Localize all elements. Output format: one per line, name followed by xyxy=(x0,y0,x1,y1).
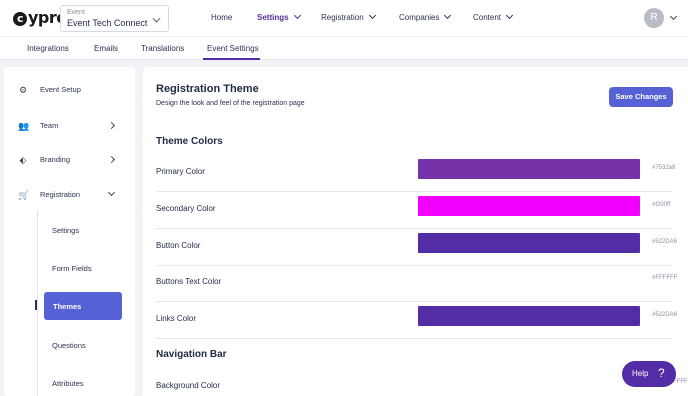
tag-icon: ⬖ xyxy=(19,155,27,165)
sidebar-item-branding[interactable]: ⬖ Branding xyxy=(4,150,135,170)
color-label: Secondary Color xyxy=(156,204,216,213)
color-swatch-button[interactable] xyxy=(418,233,640,253)
tab-emails[interactable]: Emails xyxy=(94,44,118,53)
chevron-right-icon xyxy=(107,155,116,164)
nav-home[interactable]: Home xyxy=(211,13,232,22)
color-hex: #FFFFFF xyxy=(652,275,678,281)
help-button[interactable]: Help ? xyxy=(622,361,676,387)
theme-colors-heading: Theme Colors xyxy=(156,136,223,147)
color-label: Background Color xyxy=(156,381,221,390)
color-hex: #522DA6 xyxy=(652,312,678,318)
color-row-links: Links Color #522DA6 xyxy=(156,303,677,339)
cart-icon: 🛒 xyxy=(18,190,30,200)
color-label: Links Color xyxy=(156,314,197,323)
active-submenu-marker xyxy=(35,300,37,310)
sidebar-item-label: Registration xyxy=(40,190,81,199)
save-changes-button[interactable]: Save Changes xyxy=(609,87,673,107)
sidebar-subitem-themes[interactable]: Themes xyxy=(44,292,122,320)
event-selector-label: Event xyxy=(67,9,85,16)
page-title: Registration Theme xyxy=(156,83,259,95)
sidebar-item-team[interactable]: 👥 Team xyxy=(4,116,135,136)
settings-subtabs: Integrations Emails Translations Event S… xyxy=(0,36,688,60)
sidebar-subitem-settings[interactable]: Settings xyxy=(52,226,79,235)
page-description: Design the look and feel of the registra… xyxy=(156,100,305,107)
navigation-bar-heading: Navigation Bar xyxy=(156,349,227,360)
tab-event-settings[interactable]: Event Settings xyxy=(207,44,259,53)
color-swatch-links[interactable] xyxy=(418,306,640,326)
chevron-down-icon xyxy=(444,11,452,20)
question-icon: ? xyxy=(658,366,665,380)
event-selector-value: Event Tech Connect xyxy=(67,18,148,28)
color-row-buttons-text: Buttons Text Color #FFFFFF xyxy=(156,266,677,302)
color-hex: #f200ff xyxy=(652,202,671,208)
chevron-right-icon xyxy=(107,121,116,130)
sidebar-item-label: Branding xyxy=(40,155,71,164)
nav-companies[interactable]: Companies xyxy=(399,11,452,22)
top-navbar: c ypress Event Event Tech Connect Home Se… xyxy=(0,0,688,36)
color-swatch-buttons-text[interactable] xyxy=(418,269,640,289)
chevron-down-icon xyxy=(152,14,161,23)
submenu-guide-line xyxy=(37,210,38,396)
color-row-secondary: Secondary Color #f200ff xyxy=(156,193,672,229)
tab-translations[interactable]: Translations xyxy=(141,44,184,53)
color-hex: #7532a8 xyxy=(652,165,676,171)
color-label: Button Color xyxy=(156,241,201,250)
color-hex: #522DA6 xyxy=(652,239,678,245)
sidebar-subitem-attributes[interactable]: Attributes xyxy=(52,379,84,388)
sidebar-subitem-label: Themes xyxy=(53,302,82,311)
color-row-primary: Primary Color #7532a8 xyxy=(156,156,676,192)
event-selector[interactable]: Event Event Tech Connect xyxy=(60,5,169,32)
active-tab-indicator xyxy=(203,58,260,60)
nav-registration[interactable]: Registration xyxy=(321,11,376,22)
chevron-down-icon xyxy=(293,11,301,20)
sidebar-item-event-setup[interactable]: ⚙ Event Setup xyxy=(4,80,135,100)
help-label: Help xyxy=(632,369,649,378)
chevron-down-icon xyxy=(368,11,376,20)
chevron-down-icon[interactable] xyxy=(669,12,678,21)
color-swatch-secondary[interactable] xyxy=(418,196,640,216)
color-row-button: Button Color #522DA6 xyxy=(156,230,677,266)
color-label: Primary Color xyxy=(156,167,205,176)
sidebar-item-label: Event Setup xyxy=(40,85,81,94)
sidebar-item-label: Team xyxy=(40,121,59,130)
nav-settings[interactable]: Settings xyxy=(257,11,301,22)
color-swatch-primary[interactable] xyxy=(418,159,640,179)
avatar[interactable]: R xyxy=(644,8,664,28)
color-row-nav-background: Background Color #FFFFFF xyxy=(156,370,688,396)
users-icon: 👥 xyxy=(18,121,30,131)
sidebar-subitem-questions[interactable]: Questions xyxy=(52,341,86,350)
chevron-down-icon xyxy=(505,11,514,20)
gear-icon: ⚙ xyxy=(18,85,28,95)
chevron-down-icon xyxy=(107,188,116,197)
sidebar-item-registration[interactable]: 🛒 Registration xyxy=(4,185,135,205)
sidebar-subitem-form-fields[interactable]: Form Fields xyxy=(52,264,92,273)
color-label: Buttons Text Color xyxy=(156,277,222,286)
tab-integrations[interactable]: Integrations xyxy=(27,44,69,53)
nav-content[interactable]: Content xyxy=(473,11,514,22)
